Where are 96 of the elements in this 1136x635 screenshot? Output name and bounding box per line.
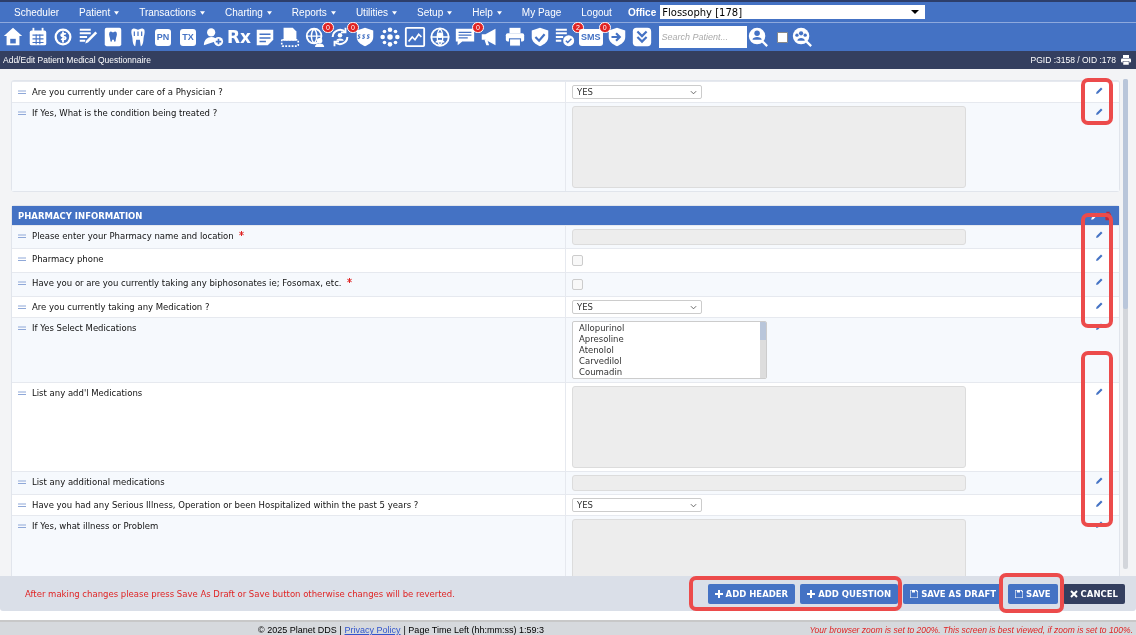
- toolbar-button[interactable]: Rx: [227, 28, 252, 46]
- dropdown[interactable]: YES: [572, 300, 702, 314]
- toolbar-button[interactable]: SMS: [579, 28, 603, 46]
- tooth-icon[interactable]: [102, 26, 124, 48]
- office-dropdown[interactable]: Flossophy [178]: [660, 5, 926, 19]
- edit-icon[interactable]: [1094, 107, 1104, 116]
- time-left-text: | Page Time Left (hh:mm:ss) 1:59:3: [403, 625, 544, 635]
- checkbox[interactable]: [572, 279, 583, 290]
- globe-user-icon[interactable]: [304, 26, 327, 48]
- edit-icon[interactable]: [1094, 253, 1104, 262]
- edit-icon[interactable]: [1094, 86, 1104, 95]
- drag-handle-icon[interactable]: [18, 325, 26, 331]
- list-box[interactable]: Allopurinol Apresoline Atenolol Carvedilol Coumadin: [572, 321, 767, 379]
- search-field[interactable]: Search Patient...: [658, 26, 747, 48]
- question-label: If Yes, what illness or Problem: [32, 520, 159, 532]
- checkbox[interactable]: [776, 31, 788, 43]
- toolbar-button[interactable]: TX: [180, 28, 196, 46]
- network-icon[interactable]: [379, 26, 402, 48]
- save-button[interactable]: SAVE: [1008, 583, 1058, 604]
- chevron-down-icon: [690, 89, 697, 95]
- menu-item[interactable]: Utilities: [345, 6, 408, 18]
- edit-icon[interactable]: [1094, 277, 1104, 286]
- cancel-button[interactable]: CANCEL: [1062, 583, 1125, 604]
- checklist-icon[interactable]: [554, 26, 577, 48]
- edit-icon[interactable]: [1094, 301, 1104, 310]
- edit-icon[interactable]: [1094, 230, 1104, 239]
- menu-item[interactable]: Setup: [407, 6, 463, 18]
- plus-icon: [714, 589, 723, 598]
- user-search-icon[interactable]: [746, 26, 769, 48]
- question-label: Have you or are you currently taking any biphosonates ie; Fosomax, etc.: [32, 277, 342, 289]
- drag-handle-icon[interactable]: [18, 502, 26, 508]
- edit-icon[interactable]: [1094, 499, 1104, 508]
- drag-handle-icon[interactable]: [18, 110, 26, 116]
- question-label: If Yes, What is the condition being treated ?: [32, 107, 218, 119]
- drag-handle-icon[interactable]: [18, 280, 26, 286]
- menu-item[interactable]: Charting: [215, 6, 282, 18]
- chevron-down-icon: [690, 304, 697, 310]
- dropdown[interactable]: YES: [572, 498, 702, 512]
- zoom-warning: Your browser zoom is set to 200%. This screen is best viewed, if zoom is set to 100%.: [809, 625, 1134, 635]
- scrollbar[interactable]: [1123, 79, 1128, 569]
- question-label: If Yes Select Medications: [32, 322, 137, 334]
- question-label: Are you currently taking any Medication ?: [32, 301, 210, 313]
- edit-icon[interactable]: [1094, 387, 1104, 396]
- chat-icon[interactable]: [454, 26, 477, 48]
- chevrons-down-icon[interactable]: [630, 26, 653, 48]
- add-button[interactable]: ADD QUESTION: [800, 583, 899, 604]
- menu-item[interactable]: My Page: [511, 6, 572, 18]
- home-icon[interactable]: [2, 26, 24, 48]
- highlight-frame: [1081, 78, 1113, 125]
- menu-item[interactable]: Logout: [571, 6, 622, 18]
- dollar-icon[interactable]: [52, 26, 74, 48]
- drag-handle-icon[interactable]: [18, 390, 26, 396]
- menu-item[interactable]: Scheduler: [4, 6, 70, 18]
- drag-handle-icon[interactable]: [18, 304, 26, 310]
- edit-icon[interactable]: [1094, 520, 1104, 529]
- calendar-icon[interactable]: [27, 26, 49, 48]
- section-header: PHARMACY INFORMATION: [18, 210, 143, 221]
- user-plus-icon[interactable]: [202, 26, 224, 48]
- input-field[interactable]: [572, 229, 966, 245]
- question-label: List any add'l Medications: [32, 387, 143, 399]
- question-label: List any additional medications: [32, 476, 165, 488]
- group-search-icon[interactable]: [790, 26, 813, 48]
- drag-handle-icon[interactable]: [18, 256, 26, 262]
- privacy-link[interactable]: Privacy Policy: [344, 625, 401, 635]
- edit-icon[interactable]: [1094, 476, 1104, 485]
- plus-icon: [807, 589, 816, 598]
- page-title: Add/Edit Patient Medical Questionnaire: [3, 55, 151, 65]
- chevron-down-icon: [690, 502, 697, 508]
- drag-handle-icon[interactable]: [18, 479, 26, 485]
- add-button[interactable]: ADD HEADER: [707, 583, 796, 604]
- globe-user-icon[interactable]: [429, 26, 452, 48]
- menu-item[interactable]: Reports: [281, 6, 346, 18]
- office-label: Office: [627, 6, 657, 18]
- question-label: Please enter your Pharmacy name and location: [32, 230, 234, 242]
- menu-item[interactable]: Help: [462, 6, 512, 18]
- drag-handle-icon[interactable]: [18, 89, 26, 95]
- input-field[interactable]: [572, 475, 966, 491]
- printer-icon[interactable]: [1120, 54, 1132, 66]
- page-ids: PGID :3158 / OID :178: [1030, 55, 1116, 65]
- document-printer-icon[interactable]: [279, 26, 302, 48]
- menu-item[interactable]: Patient: [69, 6, 130, 18]
- copyright-text: © 2025 Planet DDS |: [258, 625, 342, 635]
- question-label: Pharmacy phone: [32, 253, 104, 265]
- chart-icon[interactable]: [404, 26, 427, 48]
- checkbox[interactable]: [572, 255, 583, 266]
- printer-icon[interactable]: [504, 26, 527, 48]
- drag-handle-icon[interactable]: [18, 233, 26, 239]
- question-label: Are you currently under care of a Physician ?: [32, 86, 223, 98]
- menu-item[interactable]: Transactions: [129, 6, 216, 18]
- question-label: Have you had any Serious Illness, Operation or been Hospitalized within the past 5 years ?: [32, 499, 419, 511]
- close-icon: [1069, 589, 1078, 598]
- warning-message: After making changes please press Save As Draft or Save button otherwise changes will be reverted.: [25, 588, 455, 599]
- toolbar-button[interactable]: PN: [154, 28, 172, 46]
- highlight-frame: [999, 573, 1064, 613]
- drag-handle-icon[interactable]: [18, 523, 26, 529]
- dropdown[interactable]: YES: [572, 85, 702, 99]
